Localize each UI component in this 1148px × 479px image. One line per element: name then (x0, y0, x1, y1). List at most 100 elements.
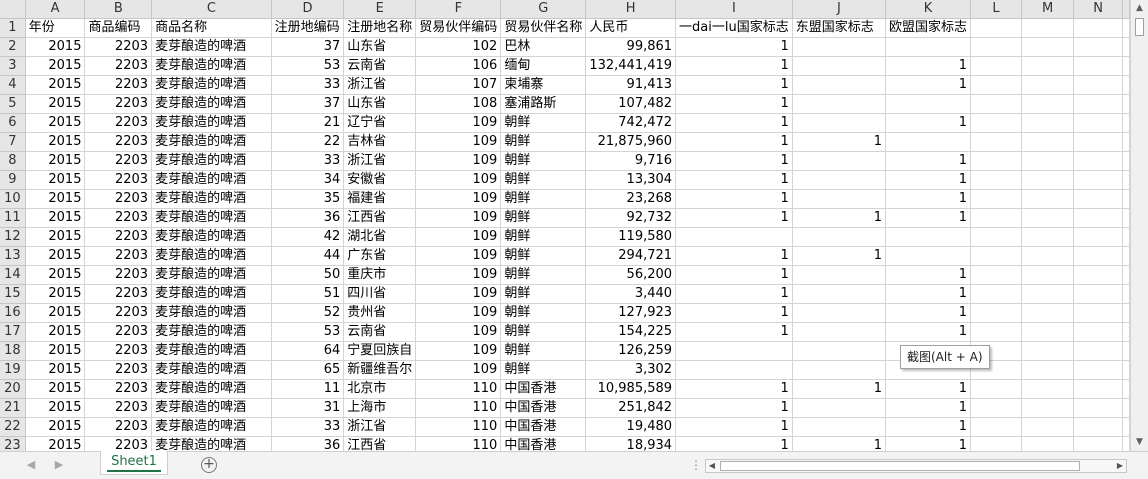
cell-year[interactable]: 2015 (25, 265, 86, 285)
header-cell[interactable] (970, 18, 1022, 38)
row-header[interactable]: 19 (0, 360, 26, 380)
cell-reg-code[interactable]: 37 (271, 94, 345, 114)
cell-code[interactable]: 2203 (84, 360, 153, 380)
cell-reg-code[interactable]: 33 (271, 75, 345, 95)
cell-partner-name[interactable]: 中国香港 (500, 417, 587, 437)
cell-name[interactable]: 麦芽酿造的啤酒 (151, 303, 272, 323)
cell-name[interactable]: 麦芽酿造的啤酒 (151, 246, 272, 266)
next-sheet-icon[interactable]: ▶ (52, 458, 66, 472)
cell-asean[interactable]: 1 (792, 208, 886, 228)
cell[interactable] (970, 94, 1022, 114)
horizontal-scrollbar[interactable]: ◀ ▶ (705, 459, 1127, 473)
cell-year[interactable]: 2015 (25, 341, 86, 361)
cell[interactable] (1122, 284, 1130, 304)
cell-partner-name[interactable]: 柬埔寨 (500, 75, 587, 95)
cell-partner-code[interactable]: 110 (415, 379, 502, 399)
cell-rmb[interactable]: 742,472 (585, 113, 677, 133)
cell-year[interactable]: 2015 (25, 379, 86, 399)
cell-partner-code[interactable]: 109 (415, 208, 502, 228)
cell-eu[interactable] (885, 132, 972, 152)
cell-bri[interactable] (675, 341, 793, 361)
cell-bri[interactable]: 1 (675, 284, 793, 304)
cell-asean[interactable] (792, 284, 886, 304)
cell[interactable] (1021, 56, 1075, 76)
cell[interactable] (1122, 113, 1130, 133)
scroll-down-icon[interactable]: ▼ (1131, 434, 1148, 451)
cell-rmb[interactable]: 119,580 (585, 227, 677, 247)
cell-bri[interactable]: 1 (675, 132, 793, 152)
cell-reg-name[interactable]: 浙江省 (343, 417, 417, 437)
cell-rmb[interactable]: 107,482 (585, 94, 677, 114)
cell[interactable] (1073, 37, 1123, 57)
row-header[interactable]: 9 (0, 170, 26, 190)
cell-name[interactable]: 麦芽酿造的啤酒 (151, 56, 272, 76)
cell-eu[interactable]: 1 (885, 208, 972, 228)
cell-name[interactable]: 麦芽酿造的啤酒 (151, 170, 272, 190)
cell[interactable] (1122, 132, 1130, 152)
cell-asean[interactable]: 1 (792, 379, 886, 399)
cell[interactable] (1122, 360, 1130, 380)
cell-rmb[interactable]: 92,732 (585, 208, 677, 228)
cell-name[interactable]: 麦芽酿造的啤酒 (151, 151, 272, 171)
cell[interactable] (1122, 265, 1130, 285)
cell-asean[interactable] (792, 37, 886, 57)
header-cell[interactable]: 贸易伙伴编码 (415, 18, 502, 38)
row-header[interactable]: 21 (0, 398, 26, 418)
cell-year[interactable]: 2015 (25, 75, 86, 95)
cell-code[interactable]: 2203 (84, 56, 153, 76)
cell-rmb[interactable]: 132,441,419 (585, 56, 677, 76)
cell-code[interactable]: 2203 (84, 94, 153, 114)
row-header[interactable]: 17 (0, 322, 26, 342)
cell-year[interactable]: 2015 (25, 360, 86, 380)
cell-partner-code[interactable]: 109 (415, 151, 502, 171)
cell[interactable] (1021, 284, 1075, 304)
cell[interactable] (1073, 246, 1123, 266)
column-header-l[interactable]: L (970, 0, 1022, 19)
cell-partner-code[interactable]: 107 (415, 75, 502, 95)
cell[interactable] (1021, 436, 1075, 451)
cell-reg-code[interactable]: 31 (271, 398, 345, 418)
cell-eu[interactable]: 1 (885, 322, 972, 342)
column-header-e[interactable]: E (343, 0, 417, 19)
cell[interactable] (1021, 227, 1075, 247)
cell-year[interactable]: 2015 (25, 37, 86, 57)
cell-asean[interactable] (792, 227, 886, 247)
cell-rmb[interactable]: 3,440 (585, 284, 677, 304)
cell-reg-code[interactable]: 37 (271, 37, 345, 57)
cell[interactable] (970, 37, 1022, 57)
cell-partner-code[interactable]: 109 (415, 189, 502, 209)
scroll-left-icon[interactable]: ◀ (706, 460, 718, 472)
row-header[interactable]: 10 (0, 189, 26, 209)
row-header[interactable]: 5 (0, 94, 26, 114)
cell-asean[interactable] (792, 113, 886, 133)
cell-asean[interactable]: 1 (792, 246, 886, 266)
cell-rmb[interactable]: 127,923 (585, 303, 677, 323)
cell[interactable] (1073, 113, 1123, 133)
header-cell[interactable] (1073, 18, 1123, 38)
cell[interactable] (970, 189, 1022, 209)
cell[interactable] (1073, 227, 1123, 247)
cell-reg-name[interactable]: 浙江省 (343, 75, 417, 95)
cell-reg-code[interactable]: 53 (271, 322, 345, 342)
cell-name[interactable]: 麦芽酿造的啤酒 (151, 132, 272, 152)
row-header[interactable]: 6 (0, 113, 26, 133)
cell-asean[interactable] (792, 322, 886, 342)
column-header-h[interactable]: H (585, 0, 677, 19)
cell[interactable] (1122, 436, 1130, 451)
cell-reg-name[interactable]: 江西省 (343, 436, 417, 451)
cell[interactable] (1073, 75, 1123, 95)
cell-eu[interactable]: 1 (885, 417, 972, 437)
column-header-m[interactable]: M (1021, 0, 1075, 19)
cell-rmb[interactable]: 19,480 (585, 417, 677, 437)
cell-asean[interactable]: 1 (792, 436, 886, 451)
cell[interactable] (970, 151, 1022, 171)
cell-rmb[interactable]: 251,842 (585, 398, 677, 418)
cell-reg-code[interactable]: 35 (271, 189, 345, 209)
cell-name[interactable]: 麦芽酿造的啤酒 (151, 322, 272, 342)
cell[interactable] (1122, 56, 1130, 76)
cell[interactable] (970, 322, 1022, 342)
cell-bri[interactable]: 1 (675, 37, 793, 57)
cell-bri[interactable]: 1 (675, 56, 793, 76)
cell-code[interactable]: 2203 (84, 246, 153, 266)
cell-code[interactable]: 2203 (84, 436, 153, 451)
